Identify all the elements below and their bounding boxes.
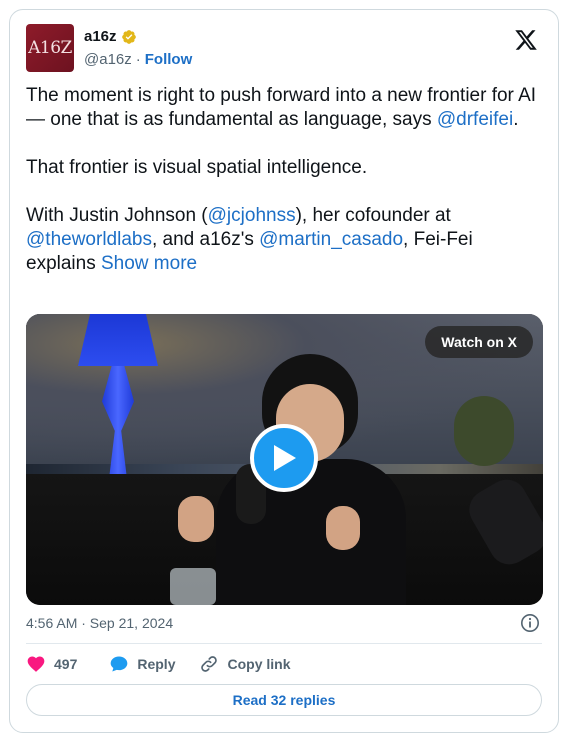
- mention-martin-casado[interactable]: @martin_casado: [259, 229, 403, 250]
- tweet-paragraph-3: With Justin Johnson (@jcjohnss), her cof…: [26, 204, 546, 276]
- avatar-logo-text: A16Z: [28, 38, 72, 58]
- avatar[interactable]: A16Z: [26, 24, 74, 72]
- author-name-row: a16z: [84, 28, 137, 45]
- play-button[interactable]: [250, 424, 318, 492]
- heart-icon: [27, 656, 45, 672]
- separator-dot: ·: [135, 51, 141, 68]
- tweet-text-segment: , and a16z's: [151, 229, 260, 250]
- speaker-left-hand: [178, 496, 214, 542]
- tweet-text-segment: .: [513, 109, 519, 130]
- tweet-actions: 497 Reply Copy link: [26, 652, 291, 676]
- tweet-timestamp[interactable]: 4:56 AM · Sep 21, 2024: [26, 615, 173, 631]
- reply-bubble-icon: [111, 656, 128, 672]
- tweet-paragraph-2: That frontier is visual spatial intellig…: [26, 157, 368, 178]
- like-button[interactable]: 497: [26, 654, 77, 674]
- watch-on-x-button[interactable]: Watch on X: [425, 326, 533, 358]
- water-glass: [170, 568, 216, 605]
- tweet-text-segment: ), her cofounder at: [295, 205, 451, 226]
- tweet-text-segment: With Justin Johnson (: [26, 205, 208, 226]
- author-name[interactable]: a16z: [84, 28, 117, 45]
- mention-jcjohnss[interactable]: @jcjohnss: [208, 205, 296, 226]
- author-handle[interactable]: @a16z: [84, 51, 132, 68]
- mention-theworldlabs[interactable]: @theworldlabs: [26, 229, 152, 250]
- mention-drfeifei[interactable]: @drfeifei: [437, 109, 513, 130]
- video-player[interactable]: Watch on X: [26, 314, 543, 605]
- reply-button[interactable]: Reply: [109, 654, 175, 674]
- like-count: 497: [54, 656, 78, 672]
- play-icon: [274, 445, 296, 471]
- speaker-right-hand: [326, 506, 360, 550]
- x-logo-icon[interactable]: [514, 28, 538, 52]
- copy-link-label: Copy link: [227, 656, 291, 672]
- follow-button[interactable]: Follow: [145, 51, 193, 68]
- copy-link-button[interactable]: Copy link: [199, 654, 291, 674]
- tweet-card: A16Z a16z @a16z · Follow The moment is r…: [9, 9, 559, 733]
- verified-badge-icon: [121, 29, 136, 44]
- reply-label: Reply: [137, 656, 176, 672]
- tweet-text: The moment is right to push forward into…: [26, 84, 546, 276]
- show-more-link[interactable]: Show more: [101, 253, 197, 274]
- read-replies-button[interactable]: Read 32 replies: [26, 684, 542, 716]
- divider: [26, 643, 542, 644]
- link-icon: [201, 656, 218, 672]
- bonsai-plant: [454, 396, 514, 466]
- tweet-header: A16Z a16z @a16z · Follow: [26, 24, 542, 74]
- tweet-paragraph-1: The moment is right to push forward into…: [26, 84, 546, 132]
- lamp-shade: [78, 314, 158, 366]
- info-icon[interactable]: [520, 613, 540, 633]
- author-handle-row: @a16z · Follow: [84, 51, 192, 68]
